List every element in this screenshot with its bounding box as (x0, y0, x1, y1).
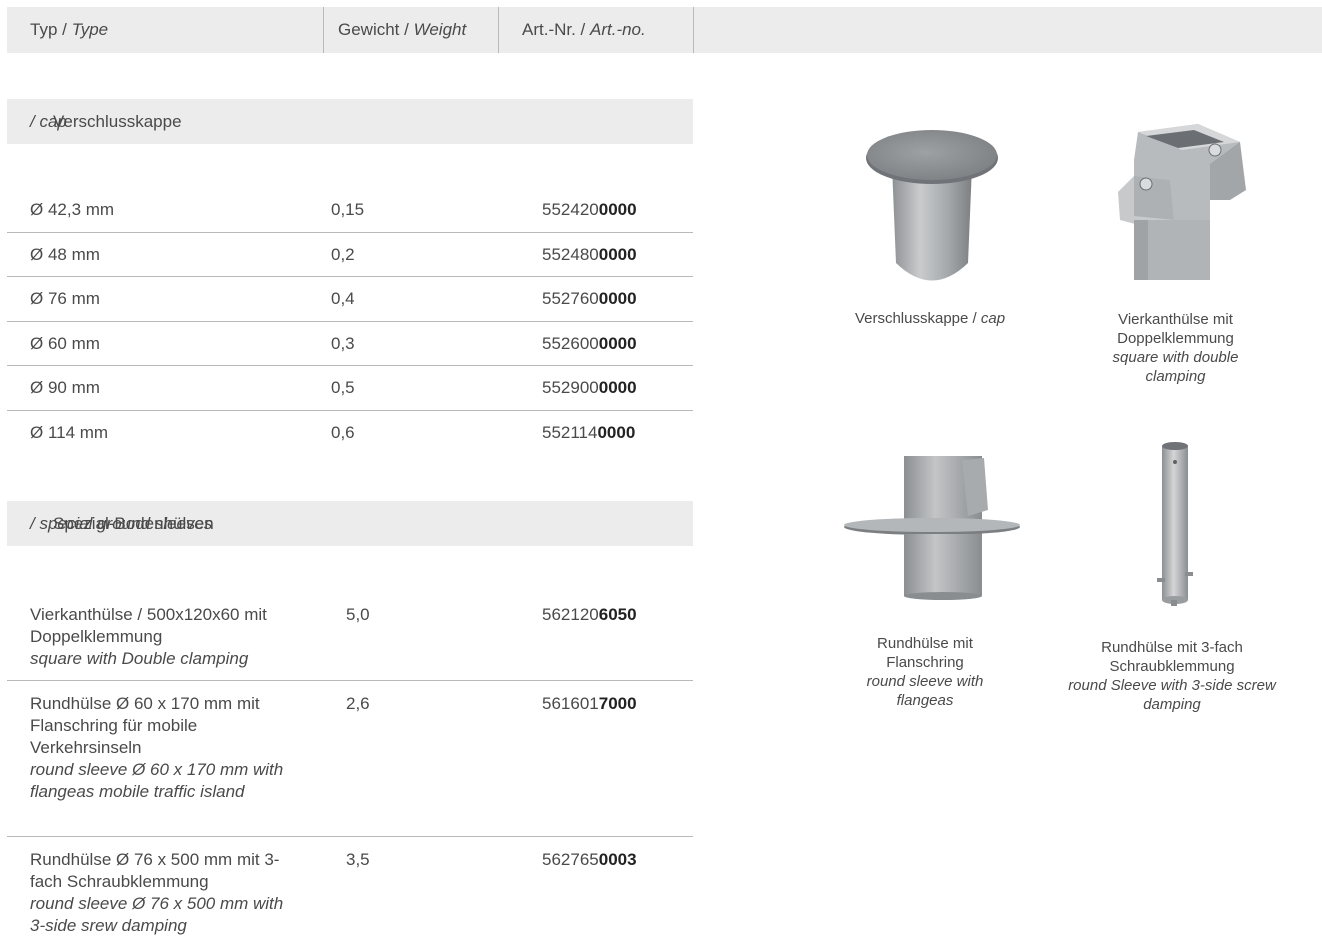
header-type: Typ / Type (30, 20, 109, 39)
row-weight: 0,15 (331, 200, 365, 219)
section-heading-caps: Verschlusskappe / cap (7, 99, 693, 144)
cap-image (866, 130, 998, 281)
row-divider (7, 836, 693, 837)
row-weight: 2,6 (346, 694, 370, 713)
table-row: Ø 60 mm 0,3 5526000000 (7, 322, 693, 367)
table-row: Rundhülse Ø 60 x 170 mm mit Flanschring … (7, 693, 693, 837)
row-type: Ø 76 mm (30, 289, 100, 309)
header-divider (323, 7, 324, 53)
section-heading-sleeves: Spezial-Bodenhülsen / special ground sle… (7, 501, 693, 546)
row-artno: 5521140000 (542, 423, 636, 442)
row-artno: 5526000000 (542, 333, 637, 353)
row-weight: 0,4 (331, 289, 355, 309)
table-row: Vierkanthülse / 500x120x60 mit Doppelkle… (7, 604, 693, 681)
header-artno: Art.-Nr. / Art.-no. (522, 20, 646, 39)
caption-screw-sleeve: Rundhülse mit 3-fach Schraubklemmung roun… (1068, 639, 1276, 713)
header-weight: Gewicht / Weight (338, 20, 467, 39)
row-artno: 5621206050 (542, 605, 637, 624)
row-type: Ø 114 mm (30, 423, 109, 442)
row-type: Ø 60 mm (30, 333, 100, 353)
row-artno: 5524200000 (542, 200, 637, 219)
row-divider (7, 680, 693, 681)
row-artno: 5627650003 (542, 850, 637, 869)
table-row: Ø 48 mm 0,2 5524800000 (7, 233, 693, 278)
row-artno: 5524800000 (542, 244, 637, 264)
table-row: Rundhülse Ø 76 x 500 mm mit 3-fach Schra… (7, 849, 693, 940)
table-row: Ø 42,3 mm 0,15 5524200000 (7, 188, 693, 233)
caption-cap: Verschlusskappe / cap (854, 310, 1006, 327)
caption-flange-sleeve: Rundhülse mit Flanschring round sleeve wi… (866, 635, 984, 709)
row-artno: 5527600000 (542, 289, 637, 309)
table-row: Ø 76 mm 0,4 5527600000 (7, 277, 693, 322)
table-row: Ø 114 mm 0,6 5521140000 (7, 411, 693, 456)
row-weight: 3,5 (346, 850, 370, 869)
row-weight: 0,3 (331, 333, 355, 353)
row-type: Rundhülse Ø 60 x 170 mm mit Flanschring … (30, 694, 284, 801)
row-artno: 5529000000 (542, 378, 637, 398)
row-artno: 5616017000 (542, 694, 637, 713)
row-weight: 0,6 (331, 423, 355, 442)
flange-sleeve-image (844, 456, 1020, 600)
header-divider (693, 7, 694, 53)
table-row: Ø 90 mm 0,5 5529000000 (7, 366, 693, 411)
row-type: Ø 42,3 mm (30, 200, 115, 219)
row-type: Ø 90 mm (30, 378, 100, 398)
caption-square-sleeve: Vierkanthülse mit Doppelklemmung square w… (1112, 311, 1239, 385)
row-weight: 0,5 (331, 378, 355, 398)
table-header: Typ / Type Gewicht / Weight Art.-Nr. / A… (7, 7, 1322, 53)
screw-sleeve-image (1157, 442, 1193, 606)
row-weight: 0,2 (331, 244, 355, 264)
header-divider (498, 7, 499, 53)
square-sleeve-image (1118, 124, 1246, 280)
row-type: Rundhülse Ø 76 x 500 mm mit 3-fach Schra… (30, 850, 284, 935)
row-type: Vierkanthülse / 500x120x60 mit Doppelkle… (30, 605, 267, 668)
row-weight: 5,0 (346, 605, 370, 624)
row-type: Ø 48 mm (30, 244, 100, 264)
